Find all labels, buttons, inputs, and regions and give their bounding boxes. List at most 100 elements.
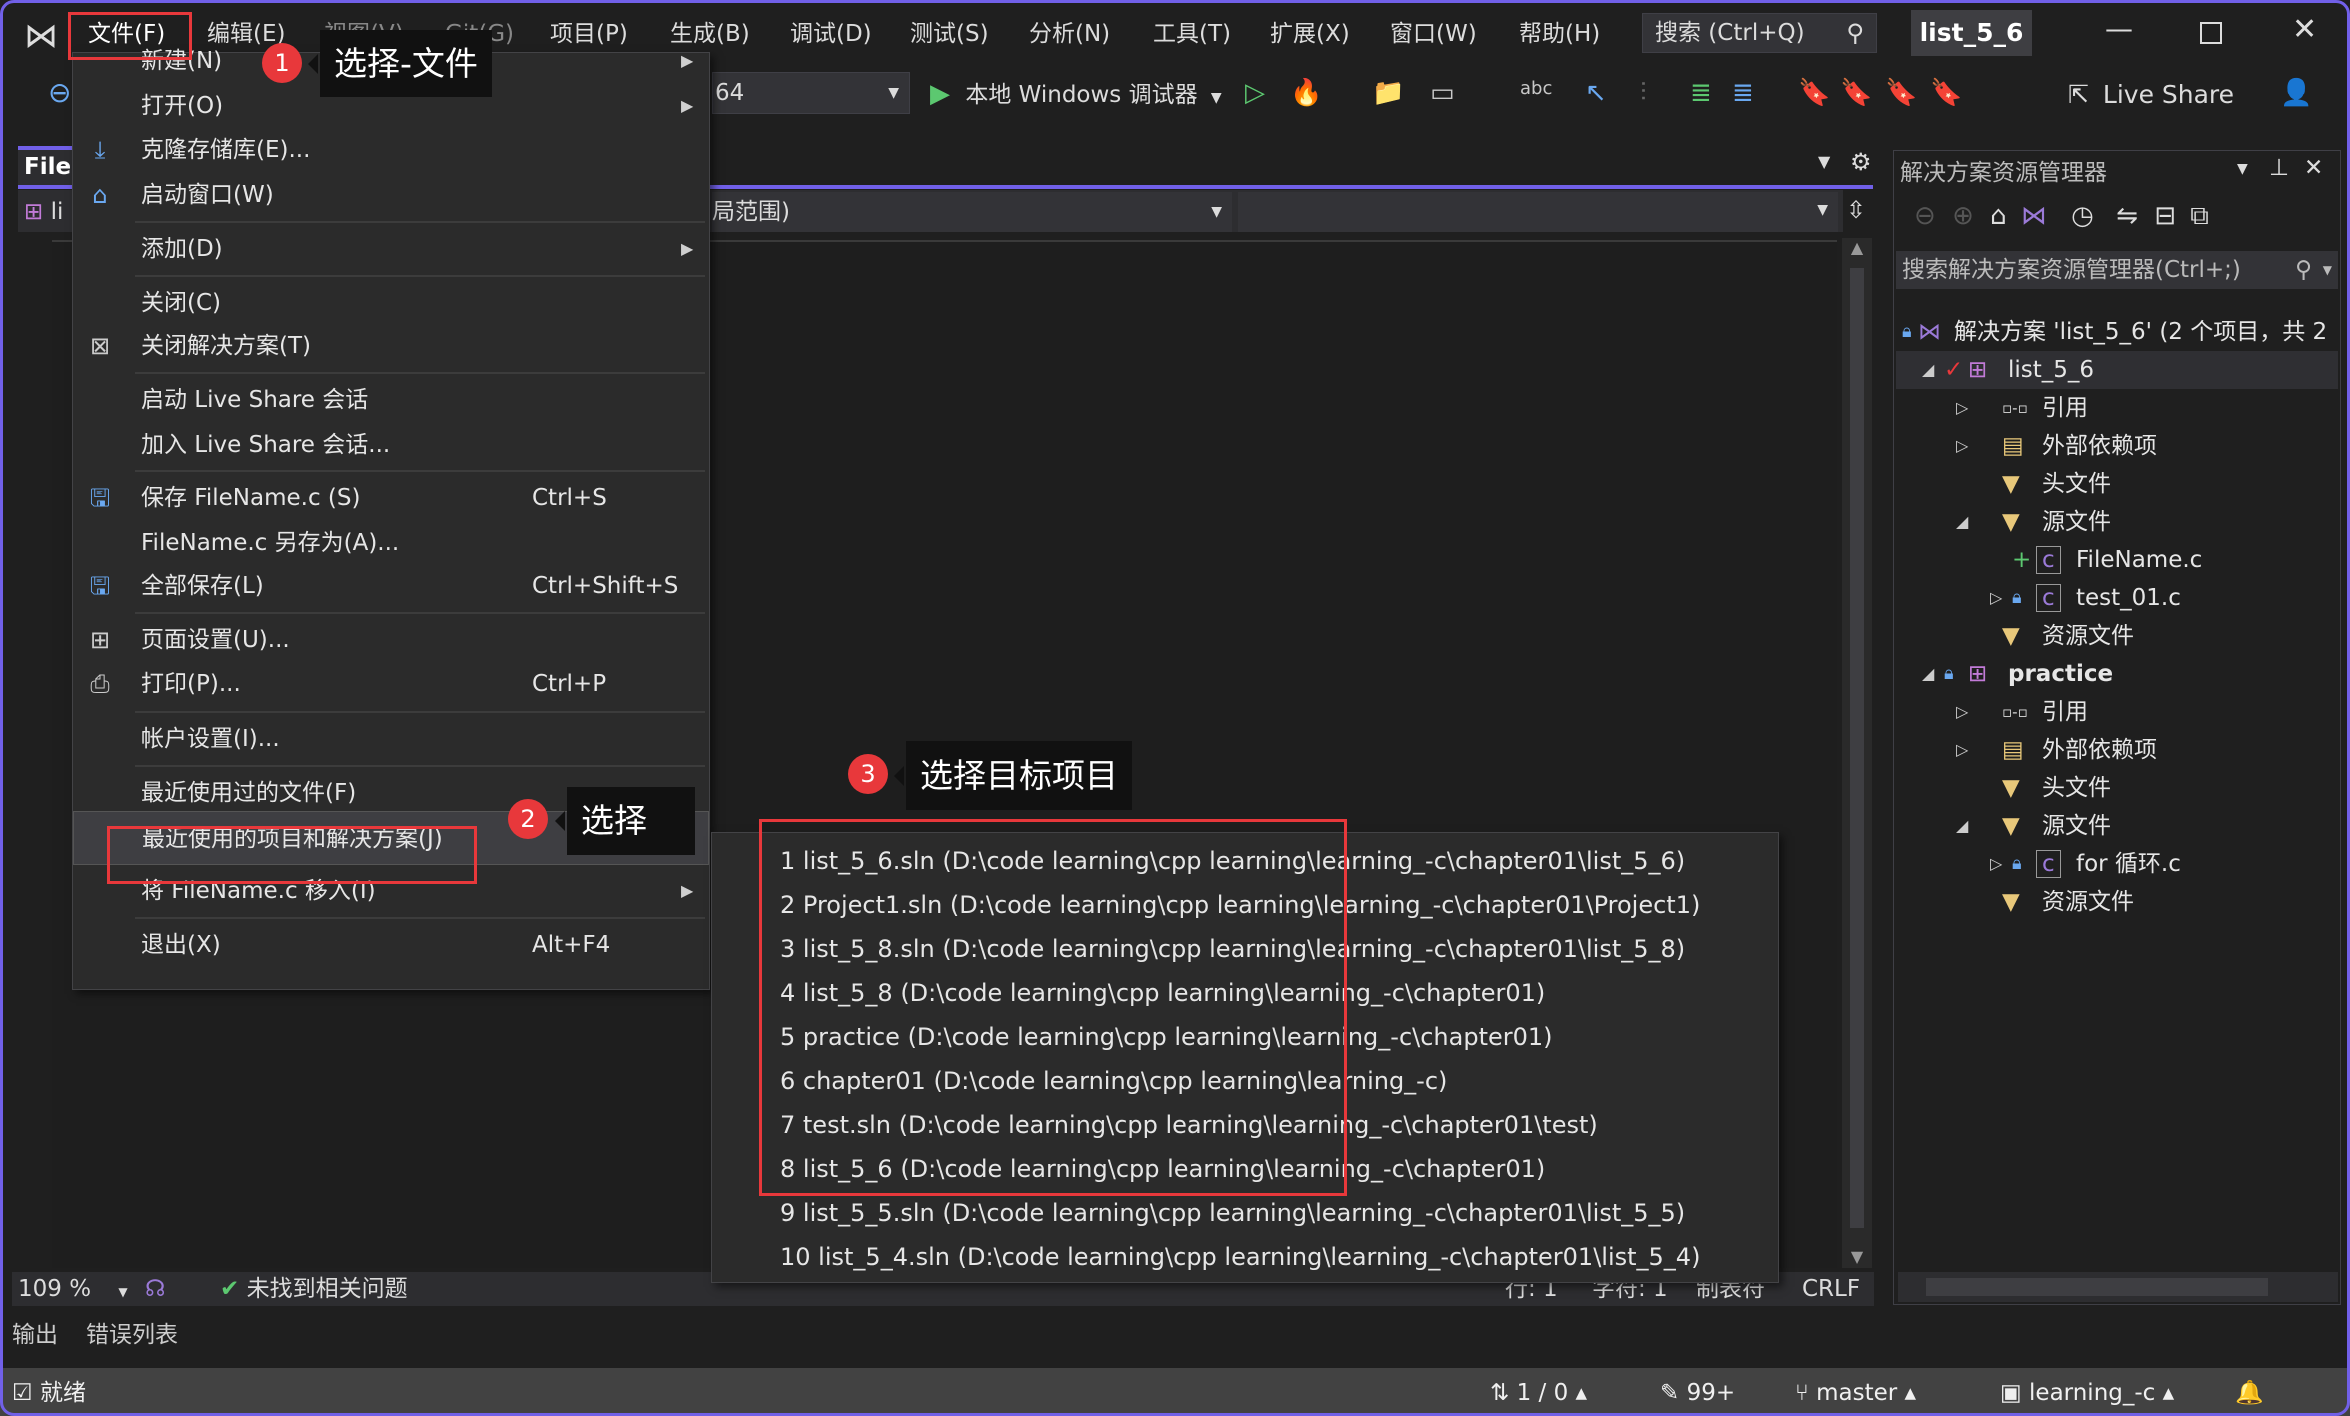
tree-item[interactable]: 🔒︎ ⋈ 解决方案 'list_5_6' (2 个项目，共 2 [1896, 313, 2338, 351]
branch-indicator[interactable]: ⑂ master ▴ [1795, 1378, 1916, 1408]
menu-item-15[interactable]: 帐户设置(I)... [73, 719, 709, 759]
notifications-icon[interactable]: 🔔 [2235, 1378, 2264, 1408]
uncomment-icon[interactable]: ≣ [1732, 78, 1754, 108]
select-icon[interactable]: ↖ [1585, 78, 1607, 108]
format-icon[interactable]: ⫶ [1640, 78, 1647, 109]
collapsed-arrow-icon[interactable]: ▷ [1990, 579, 2002, 617]
search-box[interactable]: 搜索 (Ctrl+Q) ⚲ [1642, 13, 1877, 53]
issues-indicator[interactable]: ✔ 未找到相关问题 [220, 1274, 408, 1304]
pin-icon[interactable]: ⊥ [2269, 155, 2289, 181]
panel-options-icon[interactable]: ▼ [2237, 161, 2248, 177]
menu-item-9[interactable]: 加入 Live Share 会话... [73, 425, 709, 465]
editor-tab[interactable]: FileN [18, 146, 78, 186]
window-icon[interactable]: ▭ [1430, 78, 1455, 108]
tree-item[interactable]: ▷ 🔒︎ c for 循环.c [1896, 845, 2338, 883]
tree-item[interactable]: ▷ ▤ 外部依赖项 [1896, 731, 2338, 769]
solution-search-input[interactable]: 搜索解决方案资源管理器(Ctrl+;) ⚲ ▼ [1896, 251, 2338, 289]
clear-bookmarks-icon[interactable]: 🔖 [1930, 78, 1962, 108]
scope-dropdown[interactable]: 局范围) ▼ [712, 192, 1232, 232]
scroll-up-icon[interactable]: ▲ [1842, 238, 1872, 257]
recent-project-item[interactable]: 9 list_5_5.sln (D:\code learning\cpp lea… [780, 1193, 1685, 1233]
project-dropdown[interactable]: ⊞ li [24, 196, 63, 228]
menu-item[interactable]: 扩展(X) [1270, 18, 1350, 50]
tree-item[interactable]: ▷ ▤ 外部依赖项 [1896, 427, 2338, 465]
back-icon[interactable]: ⊖ [48, 76, 71, 109]
copilot-icon[interactable]: ☊ [145, 1276, 165, 1302]
menu-item-14[interactable]: ⎙ 打印(P)... Ctrl+P [73, 664, 709, 704]
collapsed-arrow-icon[interactable]: ▷ [1956, 693, 1968, 731]
tree-item[interactable]: ▼ 头文件 [1896, 769, 2338, 807]
member-dropdown[interactable]: ▼ [1238, 192, 1838, 232]
scroll-down-icon[interactable]: ▼ [1842, 1247, 1872, 1266]
tree-item[interactable]: ▼ 资源文件 [1896, 883, 2338, 921]
scroll-thumb[interactable] [1926, 1278, 2268, 1296]
collapsed-arrow-icon[interactable]: ▷ [1956, 427, 1968, 465]
live-share-button[interactable]: ⇱ Live Share [2068, 80, 2234, 109]
menu-item-8[interactable]: 启动 Live Share 会话 [73, 380, 709, 420]
tree-item[interactable]: ▷ ▫-▫ 引用 [1896, 693, 2338, 731]
tree-item[interactable]: ◢ ✓ ⊞ list_5_6 [1896, 351, 2338, 389]
menu-item[interactable]: 测试(S) [910, 18, 989, 50]
menu-item-13[interactable]: ⊞ 页面设置(U)... [73, 620, 709, 660]
expanded-arrow-icon[interactable]: ◢ [1956, 807, 1968, 845]
split-icon[interactable]: ⇳ [1846, 196, 1866, 224]
changes-indicator[interactable]: ✎ 99+ [1660, 1378, 1735, 1408]
prev-bookmark-icon[interactable]: 🔖 [1840, 78, 1872, 108]
vertical-scrollbar[interactable]: ▲ ▼ [1842, 238, 1872, 1268]
menu-item-5[interactable]: 添加(D) ▶ [73, 229, 709, 269]
collapsed-arrow-icon[interactable]: ▷ [1956, 389, 1968, 427]
menu-item-19[interactable]: 退出(X) Alt+F4 [73, 925, 709, 965]
bookmark-icon[interactable]: 🔖 [1798, 78, 1830, 108]
collapse-all-icon[interactable]: ⊟ [2154, 201, 2176, 231]
copy-icon[interactable]: ⧉ [2190, 201, 2209, 231]
expanded-arrow-icon[interactable]: ◢ [1956, 503, 1968, 541]
menu-item[interactable]: 分析(N) [1029, 18, 1110, 50]
tree-item[interactable]: ▷ 🔒︎ c test_01.c [1896, 579, 2338, 617]
sync-indicator[interactable]: ⇅ 1 / 0 ▴ [1490, 1378, 1587, 1408]
tab-dropdown-icon[interactable]: ▼ [1818, 152, 1830, 171]
tree-item[interactable]: ▷ ▫-▫ 引用 [1896, 389, 2338, 427]
se-hscrollbar[interactable] [1898, 1272, 2338, 1302]
maximize-button[interactable] [2200, 22, 2222, 44]
close-button[interactable]: ✕ [2292, 12, 2317, 47]
menu-item-12[interactable]: 🖫 全部保存(L) Ctrl+Shift+S [73, 566, 709, 606]
tree-item[interactable]: ◢ 🔒︎ ⊞ practice [1896, 655, 2338, 693]
forward-icon[interactable]: ⊕ [1952, 201, 1974, 231]
home-icon[interactable]: ⌂ [1990, 201, 2007, 231]
line-ending-indicator[interactable]: CRLF [1802, 1274, 1860, 1304]
expanded-arrow-icon[interactable]: ◢ [1922, 351, 1934, 389]
menu-item[interactable]: 调试(D) [790, 18, 872, 50]
tree-item[interactable]: + c FileName.c [1896, 541, 2338, 579]
switch-views-icon[interactable]: ⋈ [2021, 201, 2047, 231]
next-bookmark-icon[interactable]: 🔖 [1885, 78, 1917, 108]
scroll-thumb[interactable] [1850, 268, 1864, 1228]
menu-item-4[interactable]: ⌂ 启动窗口(W) [73, 175, 709, 215]
menu-item[interactable]: 帮助(H) [1519, 18, 1600, 50]
start-debug-button[interactable]: ▶ 本地 Windows 调试器 ▼ [930, 76, 1222, 112]
menu-item-10[interactable]: 🖫 保存 FileName.c (S) Ctrl+S [73, 478, 709, 518]
platform-dropdown[interactable]: 64 ▼ [712, 72, 910, 114]
menu-item-7[interactable]: ⊠ 关闭解决方案(T) [73, 326, 709, 366]
zoom-dropdown[interactable]: 109 % ▼ ☊ [18, 1274, 165, 1307]
close-panel-icon[interactable]: ✕ [2304, 155, 2323, 181]
comment-icon[interactable]: ≣ [1690, 78, 1712, 108]
back-icon[interactable]: ⊖ [1914, 201, 1936, 231]
menu-item-11[interactable]: FileName.c 另存为(A)... [73, 523, 709, 563]
feedback-icon[interactable]: 👤 [2280, 78, 2312, 108]
collapsed-arrow-icon[interactable]: ▷ [1956, 731, 1968, 769]
recent-project-item[interactable]: 10 list_5_4.sln (D:\code learning\cpp le… [780, 1237, 1700, 1277]
gear-icon[interactable]: ⚙ [1850, 148, 1872, 176]
tab-error-list[interactable]: 错误列表 [86, 1318, 178, 1352]
tree-item[interactable]: ◢ ▼ 源文件 [1896, 503, 2338, 541]
spellcheck-icon[interactable]: abc [1520, 78, 1552, 99]
menu-item-3[interactable]: ⤓ 克隆存储库(E)... [73, 130, 709, 170]
start-without-debug-icon[interactable]: ▷ [1245, 78, 1265, 108]
tree-item[interactable]: ▼ 头文件 [1896, 465, 2338, 503]
sync-icon[interactable]: ⇋ [2116, 201, 2138, 231]
menu-item[interactable]: 窗口(W) [1390, 18, 1477, 50]
expanded-arrow-icon[interactable]: ◢ [1922, 655, 1934, 693]
minimize-button[interactable]: — [2105, 12, 2133, 45]
tree-item[interactable]: ▼ 资源文件 [1896, 617, 2338, 655]
find-in-files-icon[interactable]: 📁 [1372, 78, 1404, 108]
hot-reload-icon[interactable]: 🔥 [1290, 78, 1322, 108]
